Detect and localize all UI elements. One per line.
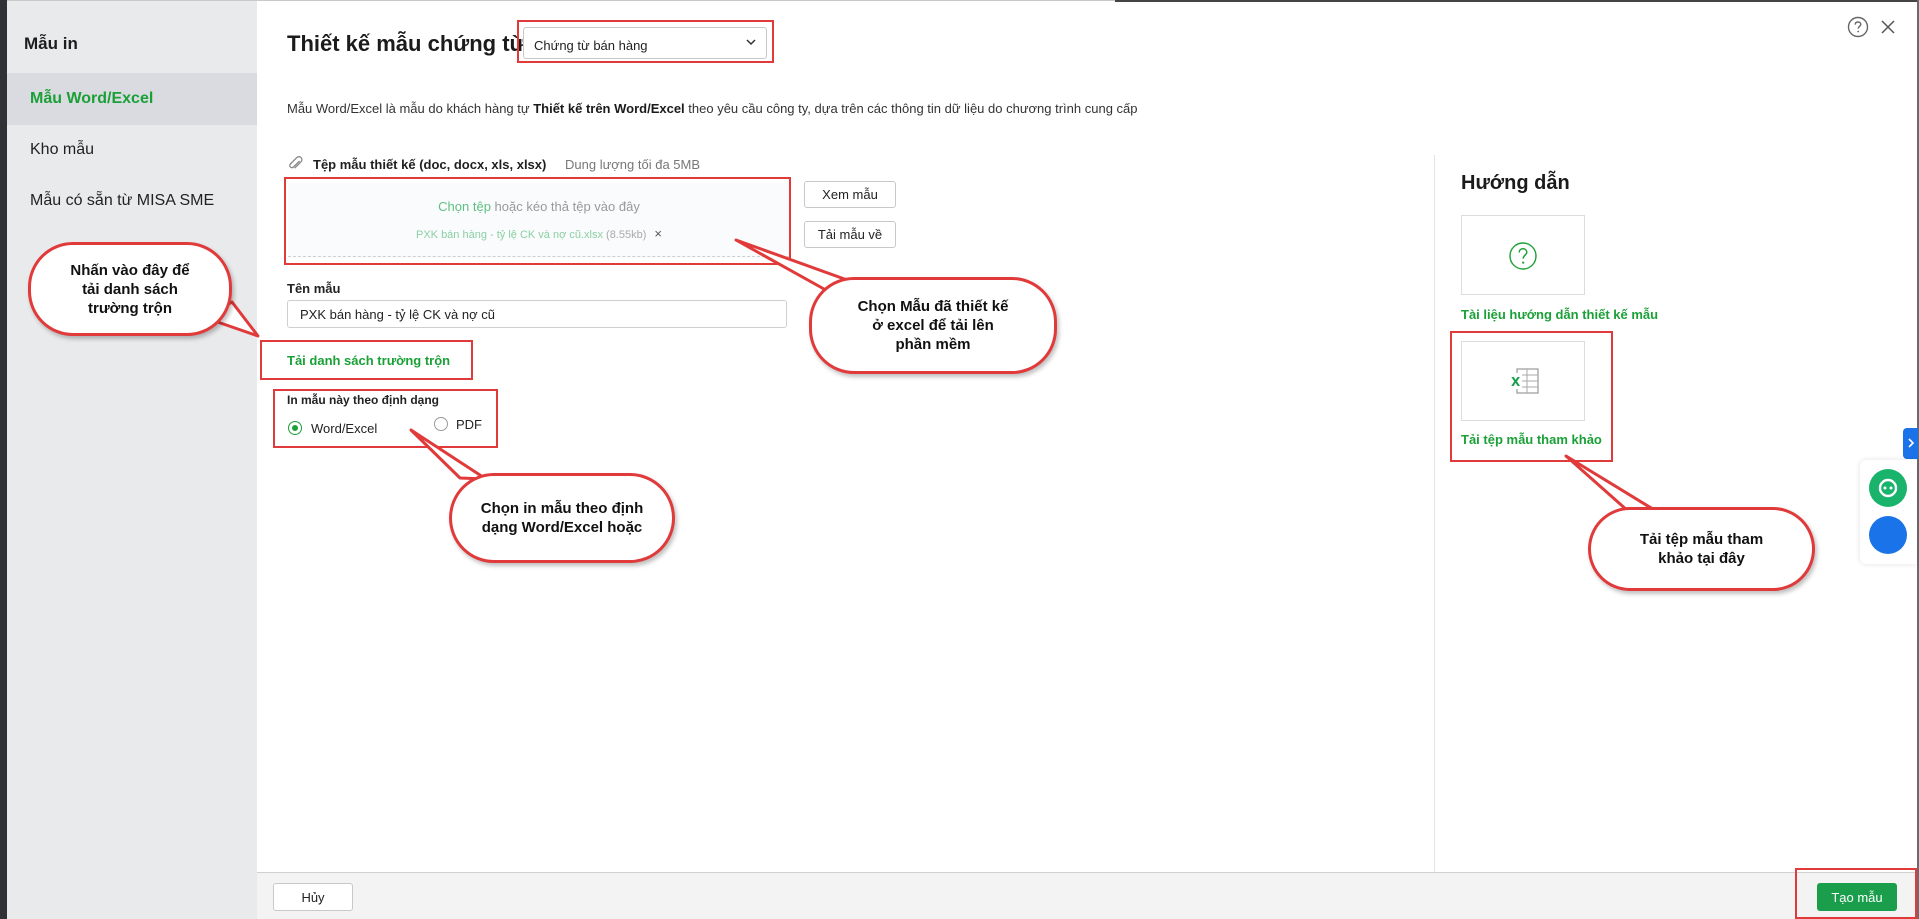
callout-upload: Chọn Mẫu đã thiết kế ở excel để tải lên … [809,277,1057,374]
sidebar-item-misa-sme[interactable]: Mẫu có sẵn từ MISA SME [30,192,214,210]
close-icon[interactable] [1878,17,1898,37]
chevron-right-icon [1908,438,1915,448]
sidebar-item-word-excel[interactable]: Mẫu Word/Excel [30,90,153,108]
guide-title: Hướng dẫn [1461,172,1570,194]
chat-bot-icon [1878,478,1898,498]
paperclip-icon [289,156,303,169]
annotation-box-doc-type [517,20,774,63]
view-sample-button[interactable]: Xem mẫu [804,181,896,208]
guide-doc-link[interactable]: Tài liệu hướng dẫn thiết kế mẫu [1461,307,1658,322]
sidebar-title: Mẫu in [24,34,78,53]
window-top-border-dark [1115,0,1919,2]
upload-label: Tệp mẫu thiết kế (doc, docx, xls, xlsx) [313,157,547,172]
sidebar [7,1,257,919]
panel-divider [1434,155,1435,873]
template-name-label: Tên mẫu [287,281,341,296]
annotation-box-merge-link [260,340,473,380]
callout-tails [204,238,1658,513]
cancel-button[interactable]: Hủy [273,883,353,911]
callout-sample: Tải tệp mẫu tham khảo tại đây [1588,507,1815,591]
expand-panel-tab[interactable] [1903,428,1918,459]
sidebar-item-kho-mau[interactable]: Kho mẫu [30,141,94,159]
annotation-box-sample [1450,331,1613,462]
assistant-button[interactable] [1869,516,1907,554]
template-name-input[interactable] [287,300,787,328]
description-bold: Thiết kế trên Word/Excel [533,101,685,116]
annotation-box-upload [284,177,791,265]
description-text: Mẫu Word/Excel là mẫu do khách hàng tự T… [287,101,1138,116]
annotation-box-format [273,389,498,448]
annotation-box-create [1795,868,1917,919]
callout-merge-fields: Nhấn vào đây để tải danh sách trường trộ… [28,242,232,336]
footer-bar [257,872,1917,919]
guide-doc-card[interactable] [1461,215,1585,295]
help-icon[interactable] [1847,16,1869,38]
upload-size-limit: Dung lượng tối đa 5MB [565,157,701,172]
window-left-border [0,0,7,919]
chat-support-button[interactable] [1869,469,1907,507]
question-icon [1509,242,1537,270]
callout-format: Chọn in mẫu theo định dạng Word/Excel ho… [449,473,675,563]
download-sample-button[interactable]: Tải mẫu về [804,221,896,248]
page-title: Thiết kế mẫu chứng từ [287,31,526,56]
